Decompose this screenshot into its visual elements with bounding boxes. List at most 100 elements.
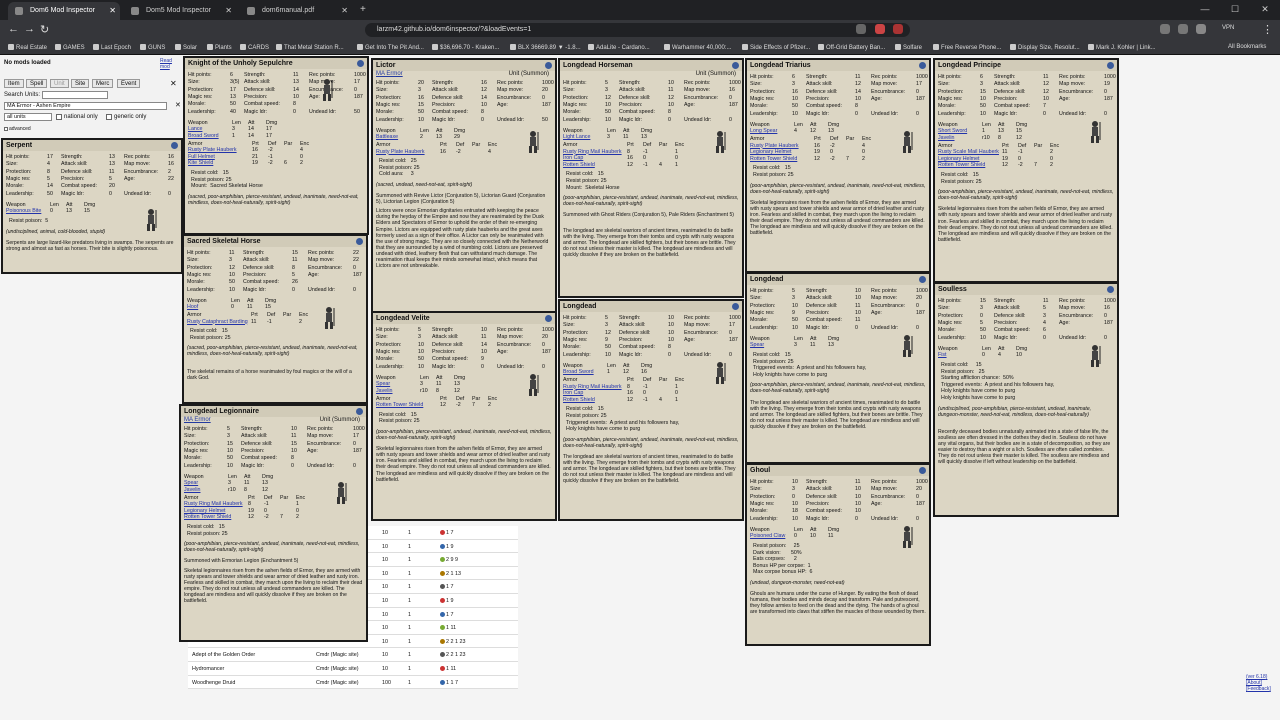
armor-name-link[interactable]: Rusty Plate Hauberk bbox=[376, 149, 425, 156]
armor-name-link[interactable]: Rotten Tower Shield bbox=[750, 156, 797, 163]
clear-icon[interactable]: ✕ bbox=[175, 101, 181, 109]
armor-name-link[interactable]: Kite Shield bbox=[188, 160, 213, 167]
bookmark-item[interactable]: Side Effects of Pfizer... bbox=[742, 44, 810, 51]
extension-icon[interactable] bbox=[1178, 24, 1188, 34]
unit-card[interactable]: Longdead Principe Hit points: 6 Strength: 11… bbox=[933, 58, 1119, 283]
bookmark-item[interactable]: Free Reverse Phone... bbox=[933, 44, 1001, 51]
bookmark-item[interactable]: GAMES bbox=[55, 44, 85, 51]
pin-card-icon[interactable] bbox=[545, 315, 552, 322]
weapon-name-link[interactable]: Lance bbox=[188, 126, 202, 133]
weapon-name-link[interactable]: Poisoned Claw bbox=[750, 533, 785, 540]
extension-icon[interactable] bbox=[893, 24, 903, 34]
armor-name-link[interactable]: Rotten Shield bbox=[563, 397, 595, 404]
bookmark-item[interactable]: GUNS bbox=[140, 44, 165, 51]
minimize-icon[interactable]: — bbox=[1190, 0, 1220, 18]
pin-card-icon[interactable] bbox=[919, 276, 926, 283]
weapon-name-link[interactable]: Long Spear bbox=[750, 128, 777, 135]
owner-nation-link[interactable]: MA Ermor bbox=[376, 71, 403, 78]
category-item-button[interactable]: Item bbox=[4, 79, 24, 88]
category-event-button[interactable]: Event bbox=[117, 79, 141, 88]
close-tab-icon[interactable]: ✕ bbox=[225, 6, 232, 15]
unit-name[interactable]: Adept of the Golden Order bbox=[192, 652, 255, 658]
armor-name-link[interactable]: Iron Cap bbox=[563, 390, 583, 397]
armor-name-link[interactable]: Rotten Tower Shield bbox=[938, 162, 985, 169]
pin-card-icon[interactable] bbox=[732, 62, 739, 69]
pin-card-icon[interactable] bbox=[919, 62, 926, 69]
bookmark-item[interactable]: BLX 36669.89 ▼ -1.8... bbox=[510, 44, 581, 51]
bookmark-item[interactable]: Mark J. Kohler | Link... bbox=[1088, 44, 1156, 51]
armor-name-link[interactable]: Full Helmet bbox=[188, 154, 215, 161]
pin-card-icon[interactable] bbox=[732, 303, 739, 310]
bookmark-item[interactable]: That Metal Station R... bbox=[276, 44, 344, 51]
unit-card[interactable]: Ghoul Hit points: 10 Strength: 11 Rec points:… bbox=[745, 463, 931, 646]
profile-icon[interactable] bbox=[1196, 24, 1206, 34]
weapon-name-link[interactable]: Spear bbox=[750, 342, 764, 349]
weapon-name-link[interactable]: Short Sword bbox=[938, 128, 967, 135]
url-field[interactable]: larzm42.github.io/dom6inspector/?&loadEv… bbox=[365, 23, 910, 37]
weapon-name-link[interactable]: Broad Sword bbox=[563, 369, 594, 376]
armor-name-link[interactable]: Legionary Helmet bbox=[750, 149, 792, 156]
new-tab-icon[interactable]: + bbox=[360, 4, 366, 15]
unit-filter-select[interactable]: all units bbox=[4, 113, 52, 121]
armor-name-link[interactable]: Rusty Ring Mail Hauberk bbox=[563, 384, 622, 391]
table-row[interactable]: Woodhenge Druid Cmdr (Magic site) 100 1 1 1 … bbox=[188, 676, 518, 690]
unit-card[interactable]: Longdead Triarius Hit points: 6 Strength: 11… bbox=[745, 58, 931, 273]
bookmark-item[interactable]: AdaLite - Cardano... bbox=[588, 44, 650, 51]
all-bookmarks[interactable]: All Bookmarks bbox=[1228, 44, 1266, 50]
armor-name-link[interactable]: Rotten Shield bbox=[563, 162, 595, 169]
bookmark-item[interactable]: Real Estate bbox=[8, 44, 47, 51]
unit-name[interactable]: Hydromancer bbox=[192, 666, 224, 672]
weapon-name-link[interactable]: Fist bbox=[938, 352, 947, 359]
unit-card[interactable]: Knight of the Unholy Sepulchre Hit points… bbox=[183, 56, 369, 235]
bookmark-item[interactable]: Last Epoch bbox=[93, 44, 131, 51]
close-icon[interactable]: ✕ bbox=[170, 79, 177, 88]
weapon-name-link[interactable]: Javelin bbox=[938, 135, 955, 142]
category-spell-button[interactable]: Spell bbox=[26, 79, 48, 88]
browser-tab-dom5[interactable]: Dom5 Mod Inspector ✕ bbox=[124, 2, 236, 20]
category-merc-button[interactable]: Merc bbox=[92, 79, 114, 88]
pin-card-icon[interactable] bbox=[1107, 62, 1114, 69]
bookmark-item[interactable]: Plants bbox=[207, 44, 232, 51]
armor-name-link[interactable]: Rotten Tower Shield bbox=[376, 402, 423, 409]
armor-name-link[interactable]: Iron Cap bbox=[563, 155, 583, 162]
unit-card[interactable]: Sacred Skeletal Horse Hit points: 11 Streng… bbox=[182, 234, 368, 404]
pin-card-icon[interactable] bbox=[919, 467, 926, 474]
category-site-button[interactable]: Site bbox=[71, 79, 90, 88]
table-row[interactable]: Hydromancer Cmdr (Magic site) 10 1 1 11 bbox=[188, 662, 518, 676]
owner-nation-link[interactable]: MA Ermor bbox=[184, 417, 211, 424]
pin-card-icon[interactable] bbox=[1107, 286, 1114, 293]
bookmark-item[interactable]: Solar bbox=[175, 44, 197, 51]
extension-icon[interactable] bbox=[1160, 24, 1170, 34]
pin-card-icon[interactable] bbox=[356, 408, 363, 415]
armor-name-link[interactable]: Rusty Plate Hauberk bbox=[188, 147, 237, 154]
unit-card[interactable]: Longdead Horseman Unit (Summon) Hit points… bbox=[558, 58, 744, 298]
unit-card[interactable]: Longdead Velite Hit points: 5 Strength: 10 Re… bbox=[371, 311, 557, 521]
armor-name-link[interactable]: Rusty Ring Mail Hauberk bbox=[563, 149, 622, 156]
generic-only-checkbox[interactable] bbox=[106, 114, 112, 120]
feedback-link[interactable]: Feedback bbox=[1247, 686, 1269, 692]
weapon-name-link[interactable]: Javelin bbox=[184, 487, 201, 494]
browser-tab-dom6[interactable]: Dom6 Mod Inspector ✕ bbox=[8, 2, 120, 20]
armor-name-link[interactable]: Rusty Cataphract Barding bbox=[187, 319, 248, 326]
unit-card[interactable]: Longdead Legionnaire MA Ermor Unit (Summon… bbox=[179, 404, 368, 642]
unit-name[interactable]: Woodhenge Druid bbox=[192, 680, 235, 686]
unit-card[interactable]: Longdead Hit points: 5 Strength: 10 Rec point… bbox=[745, 272, 931, 464]
pin-card-icon[interactable] bbox=[545, 62, 552, 69]
bookmark-item[interactable]: Warhammer 40,000:... bbox=[664, 44, 731, 51]
bookmark-item[interactable]: Get Into The Pit And... bbox=[357, 44, 424, 51]
armor-name-link[interactable]: Rusty Ring Mail Hauberk bbox=[184, 501, 243, 508]
pin-card-icon[interactable] bbox=[171, 142, 178, 149]
read-mod-link[interactable]: Read mod bbox=[160, 58, 183, 70]
maximize-icon[interactable]: ☐ bbox=[1220, 0, 1250, 18]
vpn-badge[interactable]: VPN bbox=[1222, 25, 1234, 31]
forward-icon[interactable]: → bbox=[24, 23, 35, 35]
search-input[interactable] bbox=[42, 91, 108, 99]
menu-icon[interactable]: ⋮ bbox=[1262, 23, 1273, 36]
bookmark-item[interactable]: Solfare bbox=[895, 44, 922, 51]
bookmark-item[interactable]: $36,696.70 - Kraken... bbox=[432, 44, 499, 51]
weapon-name-link[interactable]: Hoof bbox=[187, 304, 198, 311]
unit-card[interactable]: Longdead Hit points: 5 Strength: 10 Rec point… bbox=[558, 299, 744, 521]
armor-name-link[interactable]: Legionary Helmet bbox=[938, 156, 980, 163]
bookmark-item[interactable]: Display Size, Resolut... bbox=[1010, 44, 1080, 51]
category-unit-button[interactable]: Unit bbox=[50, 79, 69, 88]
